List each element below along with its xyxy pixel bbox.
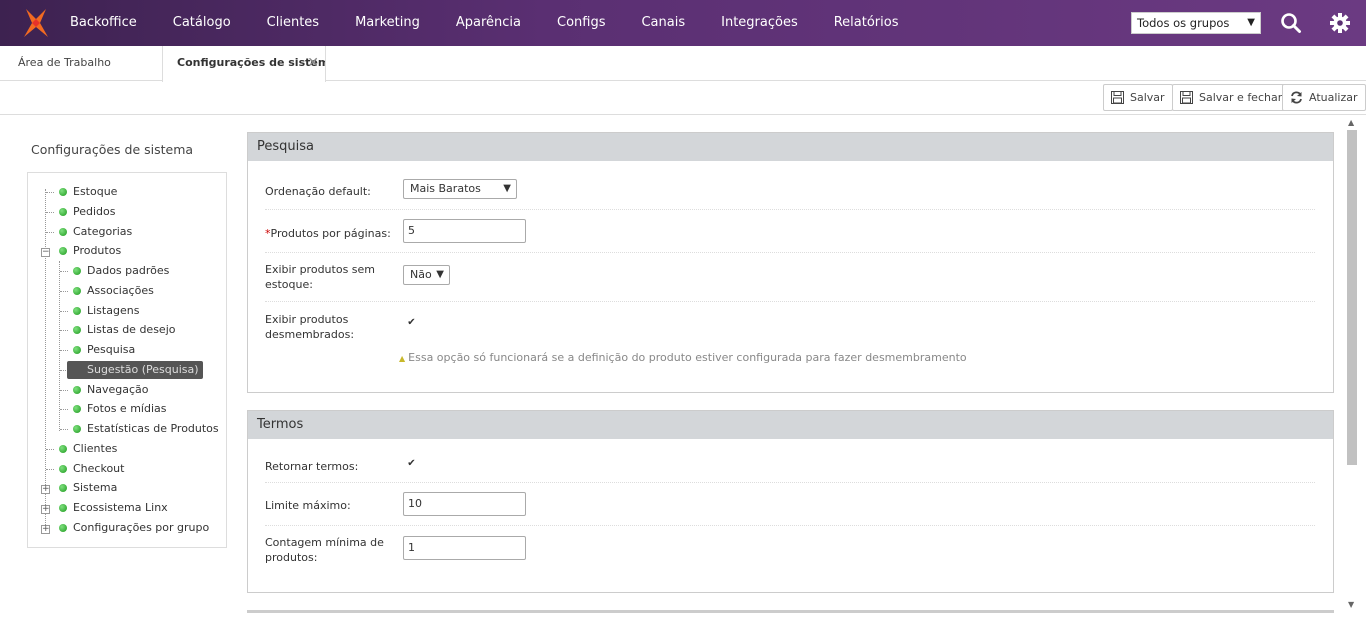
refresh-label: Atualizar [1309,91,1358,104]
hint-text-content: Essa opção só funcionará se a definição … [408,351,967,364]
contagem-minima-input[interactable]: 1 [403,536,526,560]
tab-configuracoes-sistema[interactable]: Configurações de sistem ✕ [162,46,326,82]
expand-icon[interactable]: + [41,505,50,514]
save-label: Salvar [1130,91,1165,104]
status-dot-icon [73,346,81,354]
scroll-down-icon[interactable]: ▼ [1348,600,1354,609]
top-navbar: Backoffice Catálogo Clientes Marketing A… [0,0,1366,46]
panel-pesquisa: Pesquisa Ordenação default: Mais Baratos… [247,132,1334,393]
menu-backoffice[interactable]: Backoffice [52,0,155,46]
field-label-text: Produtos por páginas: [270,227,391,240]
menu-clientes[interactable]: Clientes [249,0,337,46]
group-select[interactable]: Todos os grupos ▼ [1131,12,1261,34]
status-dot-icon [59,465,67,473]
field-limite-maximo: Limite máximo: 10 [265,483,1315,526]
tree-title: Configurações de sistema [31,142,194,157]
tab-bar: Área de Trabalho Configurações de sistem… [0,46,1366,82]
expand-icon[interactable]: + [41,525,50,534]
hint-text: ▲ Essa opção só funcionará se a definição… [399,351,967,364]
field-label: Contagem mínima de produtos: [265,536,384,564]
panel-title: Pesquisa [248,133,1333,161]
status-dot-icon [73,386,81,394]
menu-catalogo[interactable]: Catálogo [155,0,249,46]
status-dot-icon [73,307,81,315]
desmembrados-checkbox[interactable]: ✔ [406,318,417,329]
select-value: Não [410,268,432,281]
status-dot-icon [59,445,67,453]
field-label: Retornar termos: [265,460,359,473]
panel-title: Termos [248,411,1333,439]
field-contagem-minima: Contagem mínima de produtos: 1 [265,526,1315,576]
produtos-por-paginas-input[interactable]: 5 [403,219,526,243]
menu-integracoes[interactable]: Integrações [703,0,816,46]
refresh-icon [1291,91,1302,104]
close-icon[interactable]: ✕ [307,46,319,80]
chevron-down-icon: ▼ [503,183,511,194]
select-value: Mais Baratos [410,182,481,195]
field-desmembrados: Exibir produtos desmembrados: ✔ ▲ Essa op… [265,302,1315,382]
refresh-button[interactable]: Atualizar [1282,84,1366,111]
status-dot-icon [59,228,67,236]
status-dot-icon [59,524,67,532]
tab-area-de-trabalho[interactable]: Área de Trabalho [18,46,111,81]
gear-icon[interactable] [1329,12,1351,34]
triangle-icon: ▲ [399,354,406,363]
status-dot-icon [59,504,67,512]
scroll-up-icon[interactable]: ▲ [1348,118,1354,127]
field-retornar-termos: Retornar termos: ✔ [265,440,1315,483]
chevron-down-icon: ▼ [1247,17,1255,28]
menu-canais[interactable]: Canais [623,0,703,46]
panel-termos: Termos Retornar termos: ✔ Limite máximo:… [247,410,1334,593]
ordenacao-select[interactable]: Mais Baratos ▼ [403,179,517,199]
retornar-termos-checkbox[interactable]: ✔ [406,459,417,470]
status-dot-icon [73,425,81,433]
field-label: Ordenação default: [265,185,371,198]
status-dot-icon [73,326,81,334]
chevron-down-icon: ▼ [436,269,444,280]
collapse-icon[interactable]: − [41,248,50,257]
field-exibir-sem-estoque: Exibir produtos sem estoque: Não ▼ [265,253,1315,302]
status-dot-icon [59,208,67,216]
scrollbar[interactable]: ▲ ▼ [1345,116,1359,625]
field-label: *Produtos por páginas: [265,226,391,241]
tree-connector [59,261,60,431]
menu-relatorios[interactable]: Relatórios [816,0,917,46]
exibir-sem-estoque-select[interactable]: Não ▼ [403,265,450,285]
field-label: Exibir produtos sem estoque: [265,263,376,291]
floppy-disk-icon [1180,91,1193,104]
action-toolbar: Salvar Salvar e fechar Atualizar [0,82,1366,115]
save-and-close-button[interactable]: Salvar e fechar [1172,84,1291,111]
next-panel-edge [247,610,1334,613]
floppy-disk-icon [1111,91,1124,104]
status-dot-icon [73,287,81,295]
tree-connector [45,189,46,529]
scrollbar-thumb[interactable] [1347,130,1357,465]
linx-logo-icon[interactable] [22,7,50,39]
save-and-close-label: Salvar e fechar [1199,91,1283,104]
search-icon[interactable] [1280,12,1302,34]
field-ordenacao: Ordenação default: Mais Baratos ▼ [265,162,1315,210]
limite-maximo-input[interactable]: 10 [403,492,526,516]
menu-aparencia[interactable]: Aparência [438,0,539,46]
main-menu: Backoffice Catálogo Clientes Marketing A… [52,0,917,46]
status-dot-icon [73,267,81,275]
status-dot-icon [59,247,67,255]
status-dot-icon [59,188,67,196]
status-dot-icon [73,405,81,413]
settings-tree: Estoque Pedidos Categorias − Produtos Da… [27,172,227,548]
status-dot-icon [59,484,67,492]
menu-configs[interactable]: Configs [539,0,623,46]
save-button[interactable]: Salvar [1103,84,1173,111]
expand-icon[interactable]: + [41,485,50,494]
field-produtos-por-paginas: *Produtos por páginas: 5 [265,210,1315,253]
group-select-value: Todos os grupos [1137,16,1230,30]
menu-marketing[interactable]: Marketing [337,0,438,46]
field-label: Exibir produtos desmembrados: [265,313,355,341]
tab-label: Configurações de sistem [177,56,326,69]
field-label: Limite máximo: [265,499,351,512]
